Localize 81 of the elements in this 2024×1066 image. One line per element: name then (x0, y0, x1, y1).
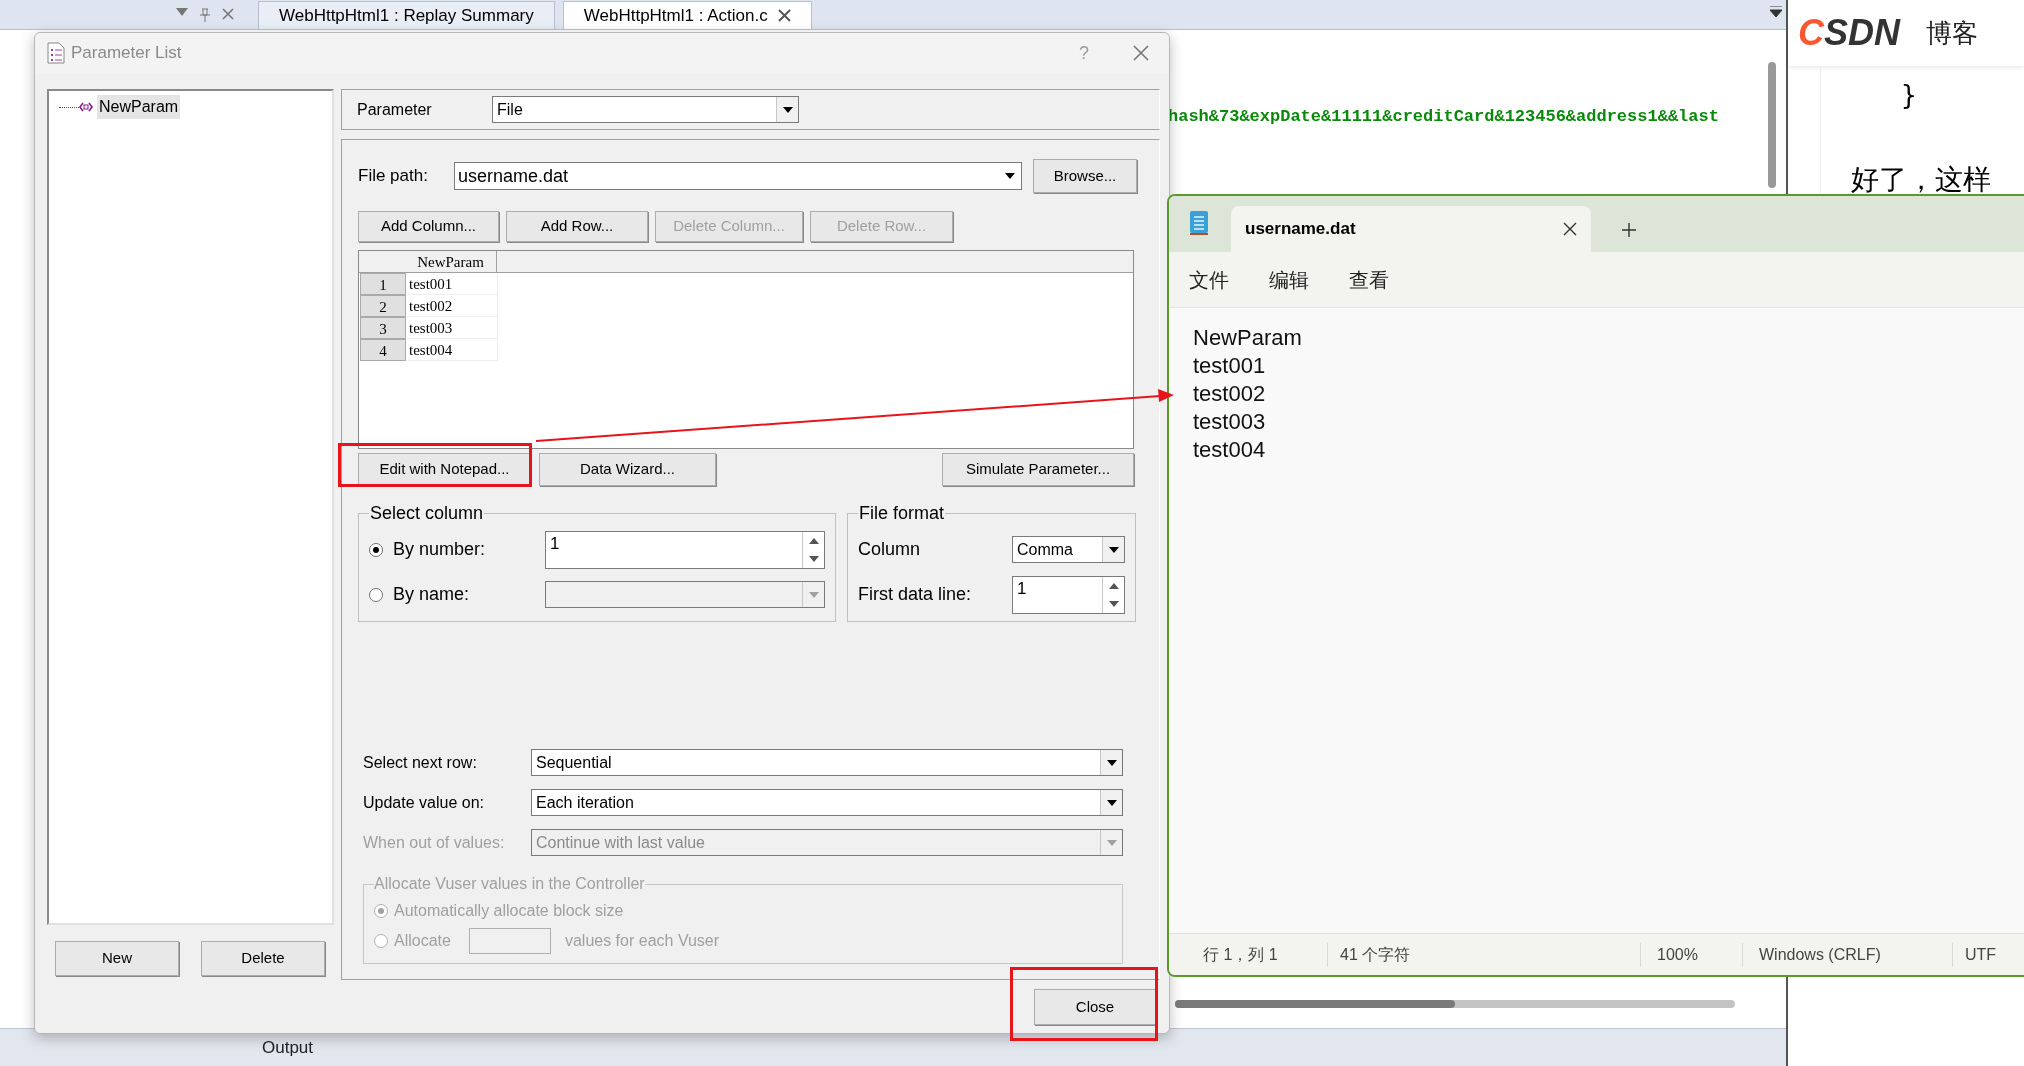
table-cell: test004 (407, 339, 498, 361)
code-line: hash&73&expDate&11111&creditCard&123456&address1&&last (1168, 107, 1719, 126)
field-label: Column (858, 538, 922, 561)
status-item: 行 1，列 1 (1203, 944, 1279, 965)
text-line: test004 (1193, 436, 1266, 464)
panel-title: Output (262, 1036, 314, 1059)
document-tab[interactable]: username.dat (1231, 206, 1591, 252)
close-icon[interactable] (777, 9, 791, 22)
browse-button[interactable]: Browse... (1033, 159, 1137, 193)
option-select[interactable]: Sequential (531, 749, 1123, 776)
notepad-button[interactable]: Edit with Notepad... (358, 453, 531, 486)
status-item: Windows (CRLF) (1742, 942, 1952, 967)
table-action-button[interactable]: Add Column... (358, 211, 499, 242)
option-select[interactable]: Each iteration (531, 789, 1123, 816)
field-label: When out of values: (363, 832, 506, 853)
text-line: test002 (1193, 380, 1266, 408)
status-item: 100% (1640, 942, 1742, 967)
table-cell: test001 (407, 273, 498, 295)
field-label: File path: (358, 165, 429, 188)
text-editor[interactable]: NewParam test001 test002 test003 test004 (1169, 308, 2024, 933)
row-number[interactable]: 4 (360, 339, 406, 361)
wizard-button[interactable]: Data Wizard... (539, 453, 716, 486)
field-label: Update value on: (363, 792, 485, 813)
row-number[interactable]: 2 (360, 295, 406, 317)
radio-label: By number: (393, 538, 487, 561)
column-header[interactable]: NewParam (405, 251, 497, 272)
dropdown-arrow-icon[interactable] (782, 106, 793, 113)
editor-tab[interactable]: WebHttpHtml1 : Action.c (562, 1, 812, 29)
table-action-button[interactable]: Add Row... (506, 211, 648, 242)
delete-button[interactable]: Delete (201, 941, 325, 976)
delimiter-select[interactable]: Comma (1012, 536, 1125, 563)
radio-label: Allocate (394, 931, 451, 951)
number-field[interactable]: 1 (545, 530, 825, 569)
scrollbar[interactable] (1768, 62, 1776, 188)
site-logo[interactable]: CSDN (1798, 6, 1900, 60)
scrollbar[interactable] (1175, 1000, 1735, 1008)
pin-icon[interactable] (200, 7, 210, 22)
dropdown-arrow-icon[interactable] (1106, 799, 1117, 806)
text-line: NewParam (1193, 324, 1302, 352)
dropdown-arrow-icon[interactable] (1108, 546, 1119, 553)
text-line: test003 (1193, 408, 1266, 436)
menu-item[interactable]: 编辑 (1269, 264, 1309, 295)
menu-item[interactable]: 文件 (1189, 264, 1229, 295)
field-label: Parameter (357, 99, 433, 120)
field-label: First data line: (858, 583, 973, 606)
radio-button[interactable] (369, 542, 383, 557)
row-number[interactable]: 1 (360, 273, 406, 295)
text-line: test001 (1193, 352, 1266, 380)
nav-link[interactable]: 博客 (1926, 13, 1978, 53)
parameter-select[interactable]: File (492, 96, 799, 123)
menu-item[interactable]: 查看 (1349, 264, 1389, 295)
new-tab-icon[interactable] (1621, 222, 1637, 238)
new-button[interactable]: New (55, 941, 179, 976)
scroll-arrow-icon[interactable] (1770, 6, 1782, 18)
row-number[interactable]: 3 (360, 317, 406, 339)
first-line-field[interactable]: 1 (1012, 575, 1125, 614)
list-icon (47, 42, 65, 64)
parameter-icon (79, 102, 93, 112)
field-suffix: values for each Vuser (564, 931, 720, 951)
dropdown-arrow-icon[interactable] (1106, 759, 1117, 766)
table-cell: test003 (407, 317, 498, 339)
tree-item[interactable]: NewParam (97, 95, 181, 119)
window-title: Parameter List (71, 42, 182, 65)
notepad-icon (1189, 210, 1209, 236)
status-item: 41 个字符 (1327, 942, 1640, 967)
article-text: 好了，这样 (1851, 163, 1992, 197)
field-label: Select next row: (363, 752, 478, 773)
simulate-button[interactable]: Simulate Parameter... (942, 453, 1134, 486)
group-title: File format (858, 502, 946, 525)
group-title: Allocate Vuser values in the Controller (374, 874, 645, 894)
editor-tab[interactable]: WebHttpHtml1 : Replay Summary (258, 1, 555, 29)
radio-label: By name: (393, 583, 471, 606)
status-item: UTF (1952, 942, 1997, 967)
dropdown-arrow-icon[interactable] (1005, 173, 1015, 179)
group-title: Select column (369, 502, 485, 525)
file-path-select[interactable]: username.dat (454, 162, 1022, 190)
close-icon[interactable] (1563, 222, 1577, 236)
close-button[interactable]: Close (1034, 989, 1156, 1025)
radio-label: Automatically allocate block size (394, 901, 624, 921)
table-cell: test002 (407, 295, 498, 317)
code-text: } (1901, 79, 1918, 112)
